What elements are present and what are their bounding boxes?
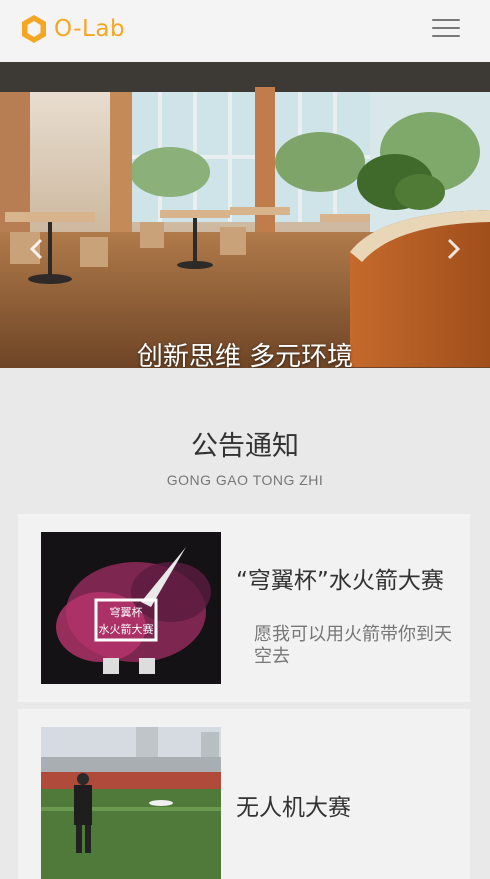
notice-thumbnail [41,727,221,879]
notice-card[interactable]: 无人机大赛 [18,709,470,879]
poster-heading: 穹翼杯 [110,605,143,619]
notice-title[interactable]: 无人机大赛 [236,793,456,824]
hero-carousel[interactable]: 创新思维 多元环境 [0,62,490,368]
notice-card[interactable]: 穹翼杯 水火箭大赛 “穹翼杯”水火箭大赛 愿我可以用火箭带你到天空去 [18,514,470,702]
hamburger-menu-icon[interactable] [432,19,460,41]
notice-description: 愿我可以用火箭带你到天空去 [254,624,452,667]
notice-thumbnail: 穹翼杯 水火箭大赛 [41,532,221,684]
logo-text: O-Lab [54,16,126,42]
section-subtitle: GONG GAO TONG ZHI [166,472,324,488]
drone-photo-image [41,727,221,879]
notice-title[interactable]: “穹翼杯”水火箭大赛 [236,566,456,597]
hero-image [0,62,490,368]
rocket-poster-image: 穹翼杯 水火箭大赛 [41,532,221,684]
section-title: 公告通知 [191,431,299,462]
chevron-left-icon[interactable] [24,236,50,262]
poster-subheading: 水火箭大赛 [99,622,154,636]
site-logo[interactable]: O-Lab [20,14,125,44]
hexagon-logo-icon [22,15,46,43]
top-nav-bar: O-Lab [0,0,490,62]
hero-caption: 创新思维 多元环境 [136,342,354,368]
chevron-right-icon[interactable] [440,236,466,262]
